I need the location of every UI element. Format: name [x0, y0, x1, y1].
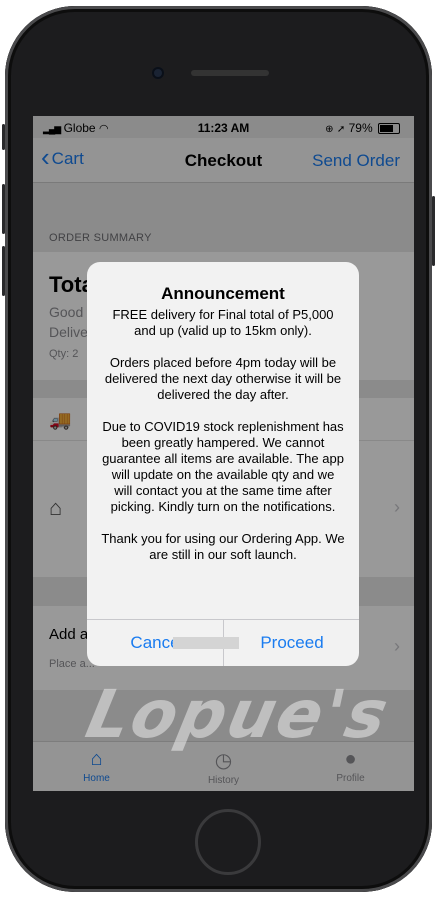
home-button[interactable]: [195, 809, 261, 875]
alert-message: FREE delivery for Final total of P5,000 …: [101, 307, 345, 562]
proceed-button[interactable]: Proceed: [224, 620, 359, 666]
redaction-bar: [173, 637, 239, 649]
watermark-logo: Lopue's: [79, 676, 397, 753]
screen: ▂▄▆ Globe ◠ 11:23 AM ⊕ ➚ 79% ‹ Cart Check…: [33, 116, 414, 791]
volume-up-button: [2, 184, 5, 234]
announcement-alert: Announcement FREE delivery for Final tot…: [87, 262, 359, 666]
proceed-label: Proceed: [260, 633, 324, 652]
volume-down-button: [2, 246, 5, 296]
front-camera: [152, 67, 164, 79]
power-button: [432, 196, 435, 266]
earpiece-speaker: [191, 70, 269, 76]
mute-switch: [2, 124, 5, 150]
alert-title: Announcement: [161, 284, 285, 303]
